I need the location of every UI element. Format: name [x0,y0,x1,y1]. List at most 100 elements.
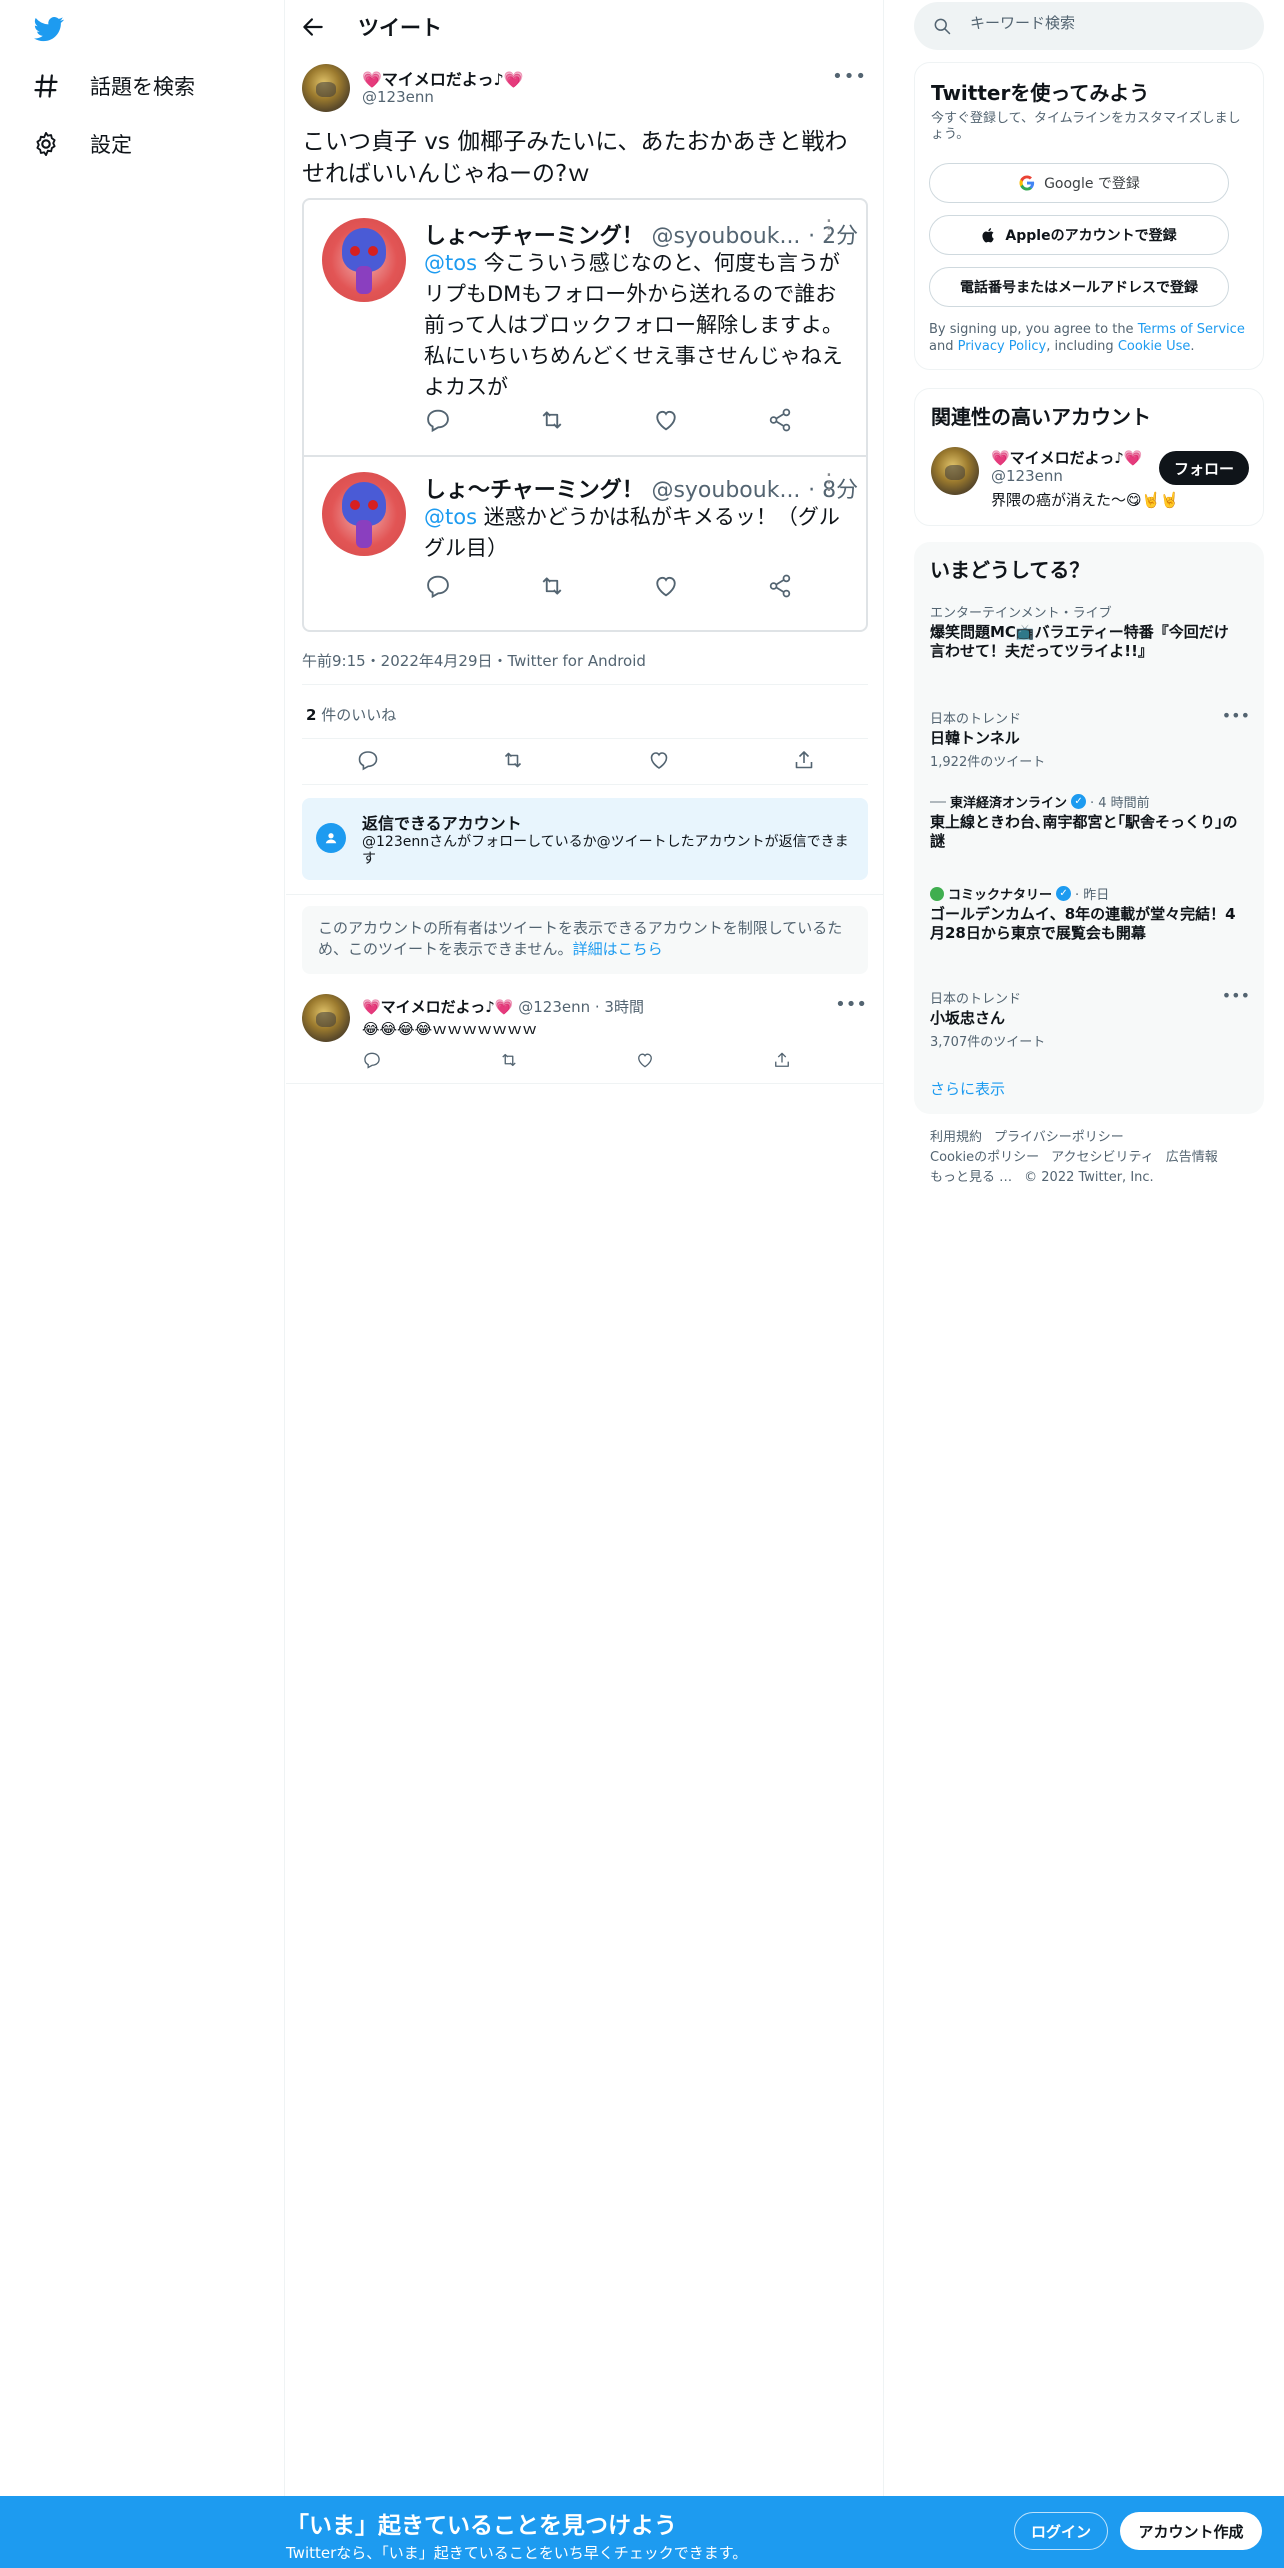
follow-button[interactable]: フォロー [1159,451,1249,485]
phone-email-signup-label: 電話番号またはメールアドレスで登録 [960,280,1198,296]
embed-author-name[interactable]: しょ〜チャーミング！ @syoubouk... · 2分 [424,218,858,250]
author-handle[interactable]: @123enn [362,88,434,106]
search-bar[interactable] [914,2,1264,50]
reply-author[interactable]: 💗マイメロだよっ♪💗 @123enn · 3時間 [362,996,644,1017]
embed-author-handle: @syoubouk... [651,224,801,249]
trend-item[interactable]: コミックナタリー ✓ · 昨日 ゴールデンカムイ、8年の連載が堂々完結！4月28日か… [930,884,1240,943]
footer-link[interactable]: 広告情報 [1166,1150,1218,1165]
related-avatar[interactable] [931,447,979,495]
divider [286,894,884,895]
retweet-icon[interactable] [538,572,566,600]
author-avatar[interactable] [302,64,350,112]
mention-link[interactable]: @tos [424,505,477,529]
footer-link[interactable]: もっと見る … [930,1170,1012,1185]
trend-more-icon[interactable]: ••• [1222,986,1250,1005]
signup-subtitle: 今すぐ登録して、タイムラインをカスタマイズしましょう。 [931,111,1241,142]
phone-email-signup-button[interactable]: 電話番号またはメールアドレスで登録 [929,267,1229,307]
trend-source: 東洋経済オンライン ✓ · 4 時間前 [930,792,1240,811]
retweet-icon[interactable] [499,1050,519,1070]
embed-author-name[interactable]: しょ〜チャーミング！ @syoubouk... · 8分 [424,472,858,504]
trend-item[interactable]: 日本のトレンド 小坂忠さん 3,707件のツイート [930,988,1240,1050]
retweet-icon[interactable] [538,406,566,434]
page-title: ツイート [358,16,442,40]
footer-link[interactable]: アクセシビリティ [1051,1150,1154,1165]
trend-item[interactable]: エンターテインメント・ライブ 爆笑問題MC📺バラエティー特番『今回だけ言わせて！… [930,602,1240,661]
trend-title: 爆笑問題MC📺バラエティー特番『今回だけ言わせて！夫だってツライよ!!』 [930,623,1229,660]
trend-title: 日韓トンネル [930,729,1020,747]
share-icon[interactable] [766,406,794,434]
show-more-link[interactable]: さらに表示 [930,1078,1005,1099]
nav-settings[interactable]: 設定 [32,124,132,164]
privacy-policy-link[interactable]: Privacy Policy [958,339,1047,354]
author-name[interactable]: 💗マイメロだよっ♪💗 [362,66,524,90]
trend-item[interactable]: 東洋経済オンライン ✓ · 4 時間前 東上線ときわ台､南宇都宮と｢駅舎そっくり｣の… [930,792,1240,851]
reply-icon[interactable] [362,1050,382,1070]
tweet-timestamp[interactable]: 午前9:15・2022年4月29日・Twitter for Android [302,650,646,671]
terms-of-service-link[interactable]: Terms of Service [1138,322,1245,337]
main-column: ツイート 💗マイメロだよっ♪💗 @123enn ••• こいつ貞子 vs 伽椰子… [286,0,884,2568]
like-icon[interactable] [647,748,671,772]
reply-avatar[interactable] [302,994,350,1042]
reply-icon[interactable] [424,406,452,434]
trend-title: 東上線ときわ台､南宇都宮と｢駅舎そっくり｣の謎 [930,813,1238,850]
reply-settings-desc: @123ennさんがフォローしているか@ツイートしたアカウントが返信できます [362,834,849,867]
restricted-notice: このアカウントの所有者はツイートを表示できるアカウントを制限しているため、このツ… [302,906,868,974]
footer-link[interactable]: Cookieのポリシー [930,1150,1039,1165]
apple-signup-button[interactable]: Appleのアカウントで登録 [929,215,1229,255]
footer-link[interactable]: プライバシーポリシー [994,1130,1124,1145]
reply-settings-box: 返信できるアカウント @123ennさんがフォローしているか@ツイートしたアカウ… [302,798,868,880]
upload-icon[interactable] [792,748,816,772]
back-arrow-icon[interactable] [300,14,326,40]
embed-avatar[interactable] [322,472,406,556]
related-accounts-panel: 関連性の高いアカウント 💗マイメロだよっ♪💗 @123enn 界隈の癌が消えた〜… [914,388,1264,526]
cookie-use-link[interactable]: Cookie Use [1118,339,1191,354]
embedded-tweets-card: しょ〜チャーミング！ @syoubouk... · 2分 ⋮ @tos 今こうい… [302,198,868,632]
verified-badge-icon: ✓ [1071,794,1087,809]
reply-text: 😂😂😂😂ｗｗｗｗｗｗｗ [362,1020,538,1038]
trends-title: いまどうしてる？ [930,558,1090,582]
divider [302,738,868,739]
more-options-icon[interactable]: ••• [835,994,867,1015]
nav-explore[interactable]: 話題を検索 [32,66,195,106]
create-account-button[interactable]: アカウント作成 [1120,2512,1262,2550]
learn-more-link[interactable]: 詳細はこちら [573,940,663,958]
trend-category: エンターテインメント・ライブ [930,606,1112,621]
kebab-menu-icon[interactable]: ⋮ [818,470,840,495]
google-signup-button[interactable]: Google で登録 [929,163,1229,203]
trend-more-icon[interactable]: ••• [1222,706,1250,725]
like-icon[interactable] [635,1050,655,1070]
likes-count[interactable]: 2 件のいいね [306,704,396,725]
bottom-bar-title: 「いま」起きていることを見つけよう [286,2513,677,2539]
embed-actions [424,406,794,434]
trend-count: 1,922件のツイート [930,755,1046,770]
hashtag-icon [34,74,58,98]
related-name[interactable]: 💗マイメロだよっ♪💗 [991,447,1142,468]
at-sign-icon [316,823,346,853]
more-options-icon[interactable]: ••• [832,66,867,87]
divider [302,784,868,785]
divider [304,455,866,457]
like-icon[interactable] [652,572,680,600]
embed-avatar[interactable] [322,218,406,302]
search-input[interactable] [970,14,1240,32]
reply-icon[interactable] [424,572,452,600]
trend-source: コミックナタリー ✓ · 昨日 [930,884,1240,903]
source-logo-icon [930,886,944,901]
retweet-icon[interactable] [501,748,525,772]
kebab-menu-icon[interactable]: ⋮ [818,216,840,241]
like-icon[interactable] [652,406,680,434]
footer-link[interactable]: 利用規約 [930,1130,982,1145]
reply-icon[interactable] [356,748,380,772]
divider [286,1083,884,1084]
share-icon[interactable] [766,572,794,600]
upload-icon[interactable] [772,1050,792,1070]
bottom-bar-subtitle: Twitterなら、「いま」起きていることをいち早くチェックできます。 [286,2544,748,2562]
trend-title: ゴールデンカムイ、8年の連載が堂々完結！4月28日から東京で展覧会も開幕 [930,905,1236,942]
trend-item[interactable]: 日本のトレンド 日韓トンネル 1,922件のツイート [930,708,1240,770]
related-bio: 界隈の癌が消えた〜😋🤘🤘 [991,491,1179,509]
related-handle[interactable]: @123enn [991,467,1063,485]
login-button[interactable]: ログイン [1014,2512,1108,2550]
mention-link[interactable]: @tos [424,251,477,275]
left-nav: 話題を検索 設定 [0,0,285,2568]
twitter-logo-icon[interactable] [32,14,66,44]
